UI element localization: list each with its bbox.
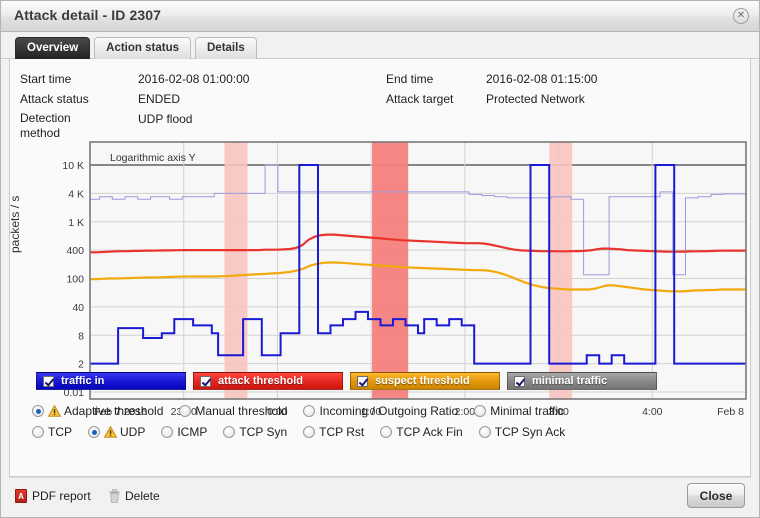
attack-chart: packets / s 10 K4 K1 K 400 100 40 8 2 0.01 Feb … [10,135,750,435]
start-time-value: 2016-02-08 01:00:00 [138,72,250,86]
radio-incoming-outgoing-ratio[interactable]: Incoming / Outgoing Ratio [303,404,458,418]
radio-label-minimal-traffic: Minimal traffic [490,404,565,418]
attack-detail-dialog: Attack detail - ID 2307 ✕ Overview Actio… [0,0,760,518]
dialog-footer: A PDF report Delete Close [1,477,759,517]
radio-tcp-rst[interactable]: TCP Rst [303,425,364,439]
radio-button-manual-threshold[interactable] [179,405,192,417]
pdf-report-button[interactable]: A PDF report [15,489,91,503]
tab-action-status[interactable]: Action status [94,37,191,59]
close-button[interactable]: Close [687,483,745,508]
radio-label-manual-threshold: Manual threshold [195,404,288,418]
tab-overview[interactable]: Overview [15,37,91,59]
tab-bar: Overview Action status Details [1,32,759,59]
radio-label-incoming-outgoing-ratio: Incoming / Outgoing Ratio [319,404,459,418]
page-title: Attack detail - ID 2307 [14,7,162,23]
svg-text:2: 2 [78,359,84,371]
dialog-title-bar: Attack detail - ID 2307 ✕ [1,1,759,32]
overview-panel: Start time 2016-02-08 01:00:00 End time … [9,59,751,477]
chart-legend: traffic in attack threshold suspect thre… [36,372,657,390]
attack-detail-fields: Start time 2016-02-08 01:00:00 End time … [20,71,740,141]
end-time-value: 2016-02-08 01:15:00 [486,72,598,86]
radio-adaptive-threshold[interactable]: Adaptive threshold [32,404,163,418]
radio-label-icmp: ICMP [177,425,208,439]
svg-text:1 K: 1 K [68,217,84,229]
radio-tcp[interactable]: TCP [32,425,72,439]
svg-text:400: 400 [66,245,84,257]
radio-button-adaptive-threshold[interactable] [32,405,44,417]
svg-text:100: 100 [66,274,84,286]
radio-button-tcp-syn-ack[interactable] [478,426,491,438]
legend-checkbox-suspect-threshold[interactable] [357,375,368,387]
svg-text:Logarithmic axis Y: Logarithmic axis Y [110,152,196,164]
legend-suspect-threshold[interactable]: suspect threshold [350,372,500,390]
warning-icon [48,405,61,417]
radio-row-threshold-type: Adaptive threshold Manual threshold Inco… [32,404,732,418]
radio-label-tcp: TCP [48,425,72,439]
radio-manual-threshold[interactable]: Manual threshold [179,404,287,418]
svg-text:40: 40 [72,302,84,314]
legend-minimal-traffic[interactable]: minimal traffic [507,372,657,390]
radio-button-tcp-syn[interactable] [223,426,236,438]
tab-details[interactable]: Details [195,37,257,59]
attack-target-label: Attack target [386,92,454,106]
svg-text:8: 8 [78,330,84,342]
radio-udp[interactable]: UDP [88,425,145,439]
svg-text:4 K: 4 K [68,188,84,200]
start-time-label: Start time [20,72,72,86]
legend-traffic-in[interactable]: traffic in [36,372,186,390]
svg-text:10 K: 10 K [62,160,84,172]
radio-tcp-syn[interactable]: TCP Syn [223,425,287,439]
chart-plot-svg: 10 K4 K1 K40010040820.01Feb 7 201623:000… [62,141,747,418]
radio-button-tcp[interactable] [32,426,44,438]
delete-label: Delete [125,489,160,503]
radio-icmp[interactable]: ICMP [161,425,207,439]
footer-divider [9,477,751,478]
radio-label-tcp-rst: TCP Rst [319,425,365,439]
end-time-label: End time [386,72,434,86]
chart-filter-radios: Adaptive threshold Manual threshold Inco… [32,404,732,446]
attack-target-value: Protected Network [486,92,585,106]
radio-tcp-syn-ack[interactable]: TCP Syn Ack [478,425,566,439]
radio-label-tcp-ack-fin: TCP Ack Fin [396,425,463,439]
radio-row-protocol: TCP UDP ICMP TCP Syn TCP Rst TCP Ack Fin… [32,425,732,439]
radio-tcp-ack-fin[interactable]: TCP Ack Fin [380,425,463,439]
close-icon[interactable]: ✕ [733,8,749,24]
radio-label-adaptive-threshold: Adaptive threshold [64,404,164,418]
legend-label-minimal-traffic: minimal traffic [532,375,608,387]
radio-button-tcp-ack-fin[interactable] [380,426,393,438]
delete-button[interactable]: Delete [109,489,160,503]
legend-attack-threshold[interactable]: attack threshold [193,372,343,390]
pdf-report-label: PDF report [32,489,91,503]
legend-label-suspect-threshold: suspect threshold [375,375,470,387]
legend-checkbox-minimal-traffic[interactable] [514,375,525,387]
radio-button-tcp-rst[interactable] [303,426,316,438]
legend-label-traffic-in: traffic in [61,375,105,387]
radio-minimal-traffic[interactable]: Minimal traffic [474,404,564,418]
radio-button-incoming-outgoing-ratio[interactable] [303,405,316,417]
attack-status-label: Attack status [20,92,89,106]
legend-checkbox-attack-threshold[interactable] [200,375,211,387]
radio-label-udp: UDP [120,425,146,439]
radio-button-minimal-traffic[interactable] [474,405,487,417]
warning-icon [104,426,117,438]
trash-icon [109,489,120,503]
radio-label-tcp-syn: TCP Syn [239,425,288,439]
radio-label-tcp-syn-ack: TCP Syn Ack [494,425,566,439]
radio-button-udp[interactable] [88,426,100,438]
attack-status-value: ENDED [138,92,181,106]
radio-button-icmp[interactable] [161,426,174,438]
legend-checkbox-traffic-in[interactable] [43,375,54,387]
legend-label-attack-threshold: attack threshold [218,375,303,387]
pdf-file-icon: A [15,489,27,503]
